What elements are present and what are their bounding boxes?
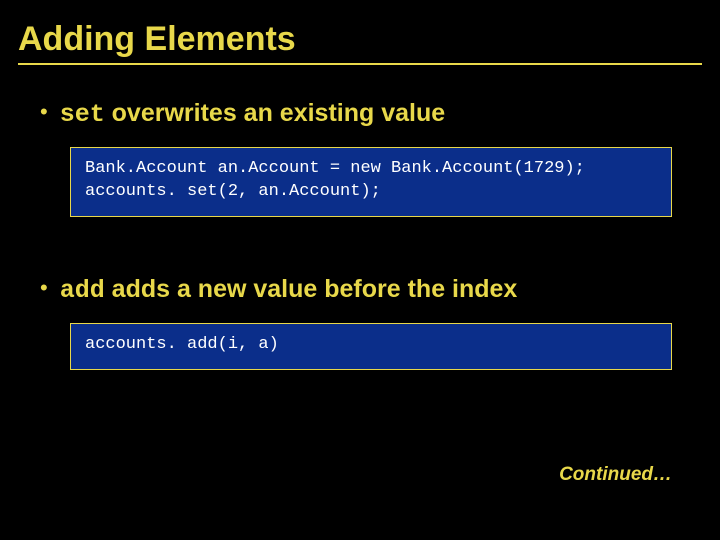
- slide-title: Adding Elements: [18, 20, 702, 59]
- bullet-rest: adds a new value before the index: [105, 275, 518, 303]
- slide: Adding Elements • set overwrites an exis…: [0, 0, 720, 370]
- bullet-code-keyword: set: [60, 100, 105, 129]
- bullet-code-keyword: add: [60, 276, 105, 305]
- code-line: accounts. set(2, an.Account);: [85, 181, 657, 204]
- bullet-item: • set overwrites an existing value: [40, 99, 702, 129]
- code-line: accounts. add(i, a): [85, 334, 657, 357]
- bullet-rest: overwrites an existing value: [105, 99, 445, 127]
- bullet-marker: •: [40, 277, 48, 299]
- code-box: accounts. add(i, a): [70, 323, 672, 370]
- code-line: Bank.Account an.Account = new Bank.Accou…: [85, 158, 657, 181]
- bullet-marker: •: [40, 101, 48, 123]
- bullet-text: add adds a new value before the index: [60, 275, 518, 305]
- title-underline: [18, 63, 702, 65]
- continued-label: Continued…: [559, 464, 672, 486]
- bullet-text: set overwrites an existing value: [60, 99, 445, 129]
- code-box: Bank.Account an.Account = new Bank.Accou…: [70, 147, 672, 217]
- bullet-item: • add adds a new value before the index: [40, 275, 702, 305]
